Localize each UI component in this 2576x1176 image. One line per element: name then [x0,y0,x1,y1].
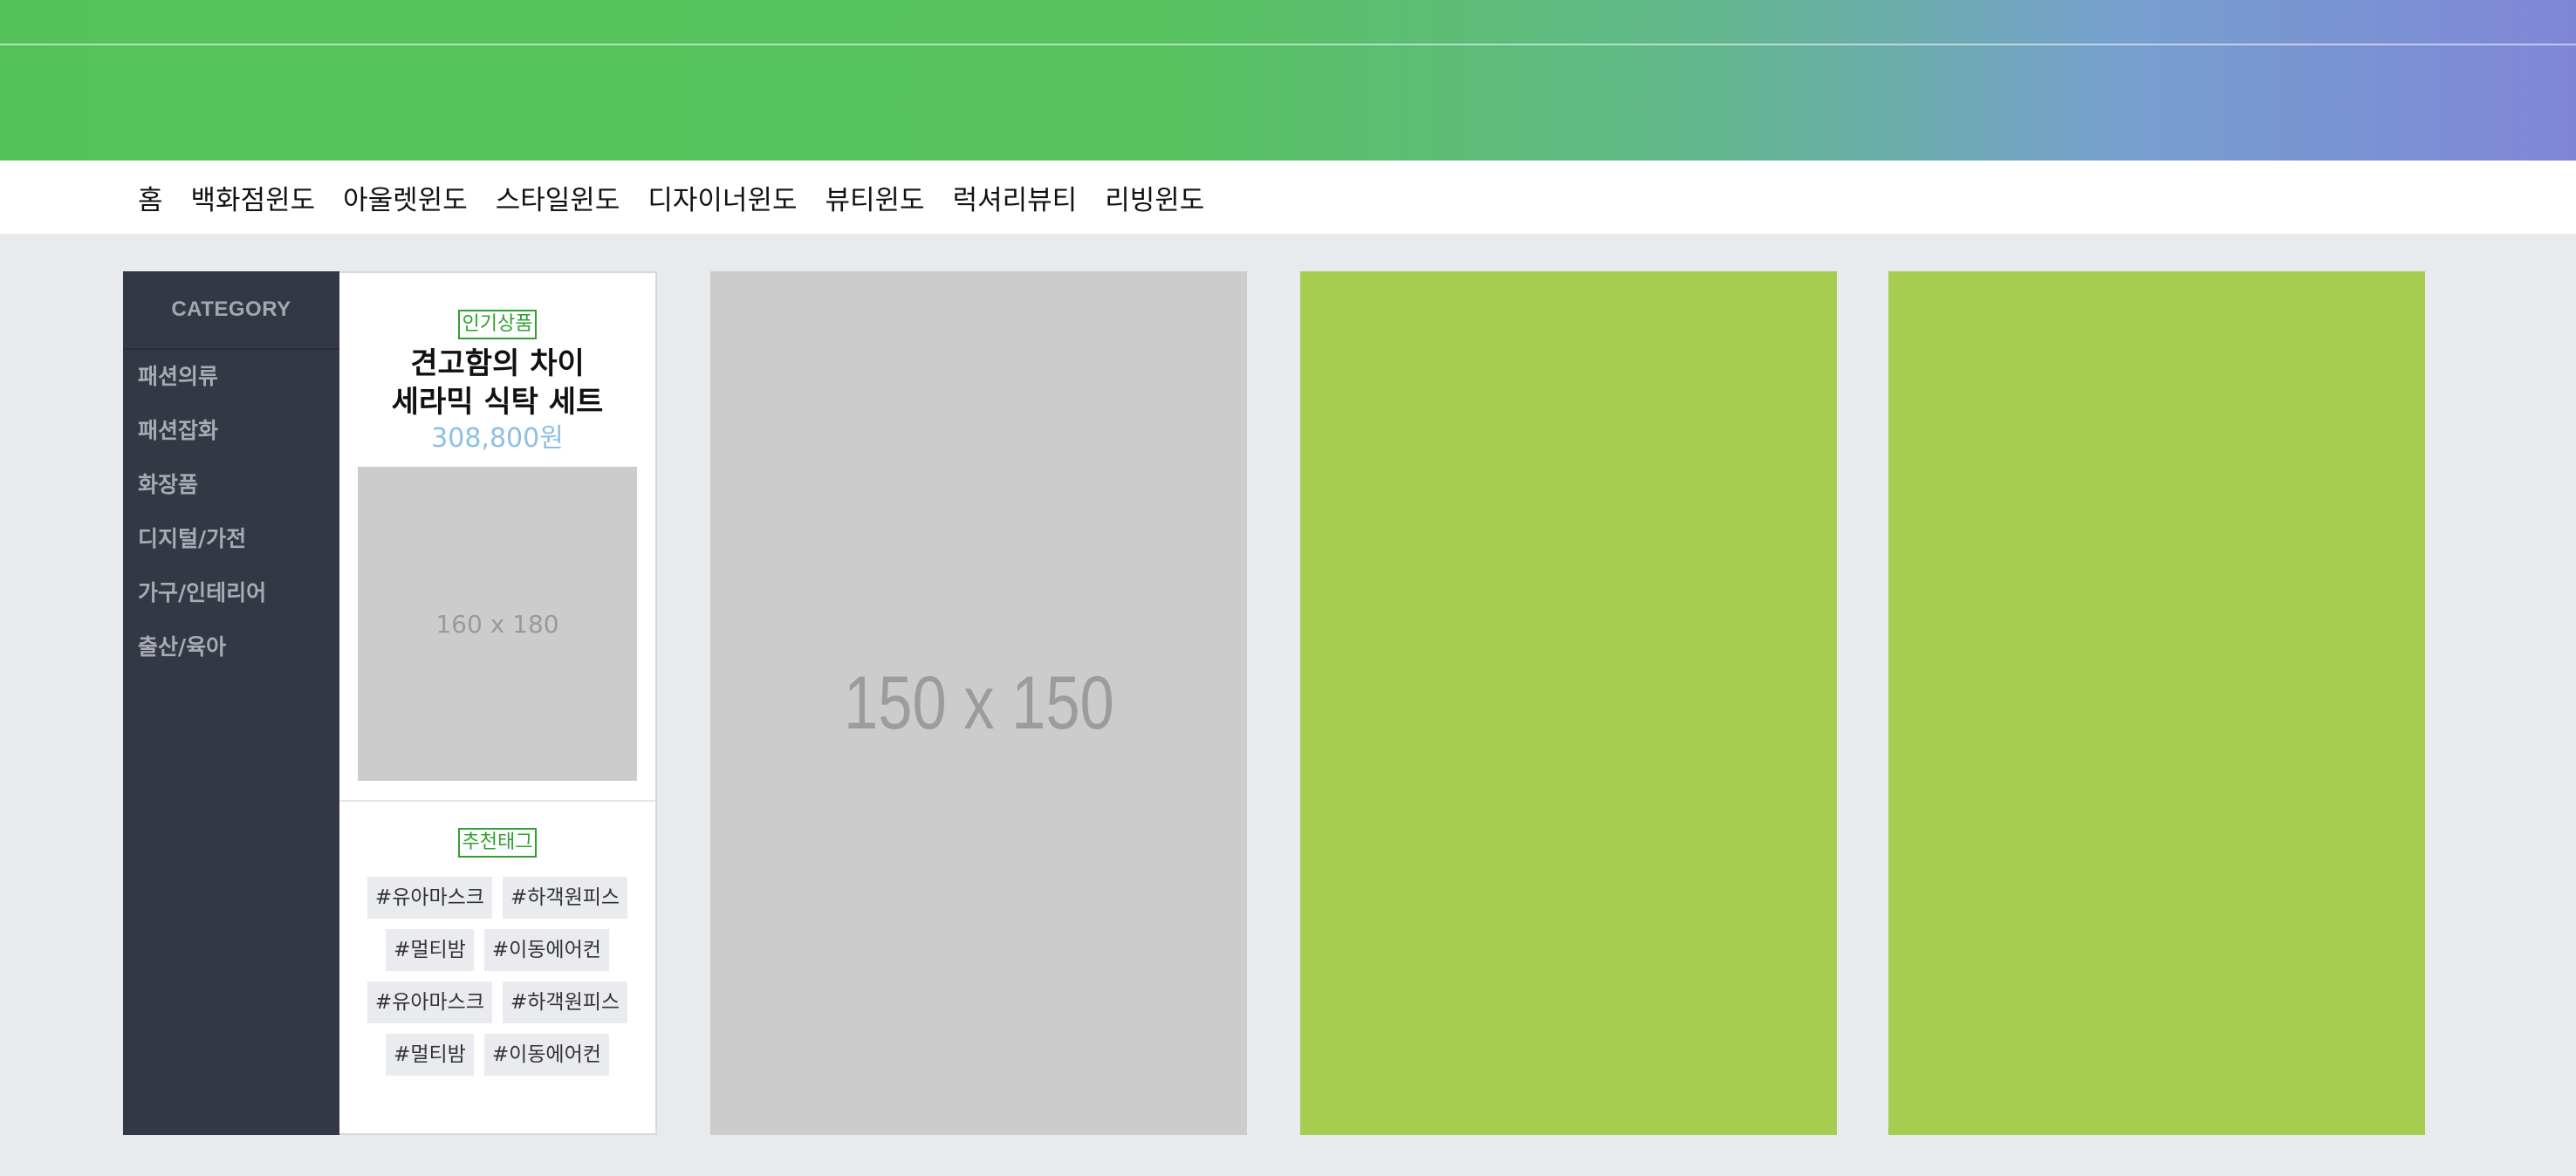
banner-divider [0,44,2576,45]
top-banner [0,0,2576,161]
category-item-digital-appliances[interactable]: 디지털/가전 [123,512,339,566]
popular-badge-wrap: 인기상품 [339,310,655,339]
main-nav: 홈 백화점윈도 아울렛윈도 스타일윈도 디자이너윈도 뷰티윈도 럭셔리뷰티 리빙… [0,161,2576,234]
nav-item-home[interactable]: 홈 [138,178,163,217]
recommended-tags: #유아마스크 #하객원피스 #멀티밤 #이동에어컨 #유아마스크 #하객원피스 … [339,877,655,1076]
banner-card-size-label: 150 x 150 [843,660,1114,745]
nav-item-designer-window[interactable]: 디자이너윈도 [647,178,797,217]
tag-chip[interactable]: #멀티밤 [386,929,474,971]
nav-item-style-window[interactable]: 스타일윈도 [496,178,620,217]
category-sidebar: CATEGORY 패션의류 패션잡화 화장품 디지털/가전 가구/인테리어 출산… [123,271,339,1135]
banner-card-placeholder[interactable]: 150 x 150 [710,271,1247,1135]
recommended-tags-badge: 추천태그 [457,828,538,858]
popular-badge: 인기상품 [457,310,538,339]
popular-product-panel: 인기상품 견고함의 차이 세라믹 식탁 세트 308,800원 160 x 18… [339,271,657,1135]
product-image-size-label: 160 x 180 [435,609,559,639]
category-title: CATEGORY [123,271,339,350]
product-title-line2[interactable]: 세라믹 식탁 세트 [339,383,655,421]
nav-item-outlet-window[interactable]: 아울렛윈도 [343,178,468,217]
category-item-fashion-clothing[interactable]: 패션의류 [123,350,339,404]
tag-chip[interactable]: #하객원피스 [503,877,628,919]
nav-item-department-window[interactable]: 백화점윈도 [191,178,316,217]
nav-item-living-window[interactable]: 리빙윈도 [1105,178,1204,217]
category-item-furniture-interior[interactable]: 가구/인테리어 [123,566,339,620]
nav-item-beauty-window[interactable]: 뷰티윈도 [825,178,924,217]
tag-chip[interactable]: #하객원피스 [503,981,628,1023]
product-price: 308,800원 [431,423,564,454]
nav-item-luxury-beauty[interactable]: 럭셔리뷰티 [953,178,1078,217]
tag-chip[interactable]: #이동에어컨 [483,929,609,971]
tag-chip[interactable]: #유아마스크 [367,877,492,919]
banner-card-green-2[interactable] [1888,271,2425,1135]
product-image-placeholder[interactable]: 160 x 180 [358,467,637,781]
banner-card-green-1[interactable] [1300,271,1837,1135]
tag-chip[interactable]: #유아마스크 [367,981,492,1023]
tag-chip[interactable]: #이동에어컨 [483,1034,609,1076]
product-title-line1[interactable]: 견고함의 차이 [339,345,655,383]
promo-divider [339,800,655,802]
category-list: 패션의류 패션잡화 화장품 디지털/가전 가구/인테리어 출산/육아 [123,350,339,674]
category-item-baby[interactable]: 출산/육아 [123,620,339,674]
category-item-cosmetics[interactable]: 화장품 [123,458,339,512]
nav-list: 홈 백화점윈도 아울렛윈도 스타일윈도 디자이너윈도 뷰티윈도 럭셔리뷰티 리빙… [138,161,1232,234]
tag-chip[interactable]: #멀티밤 [386,1034,474,1076]
category-item-fashion-goods[interactable]: 패션잡화 [123,404,339,458]
tags-badge-wrap: 추천태그 [339,828,655,858]
